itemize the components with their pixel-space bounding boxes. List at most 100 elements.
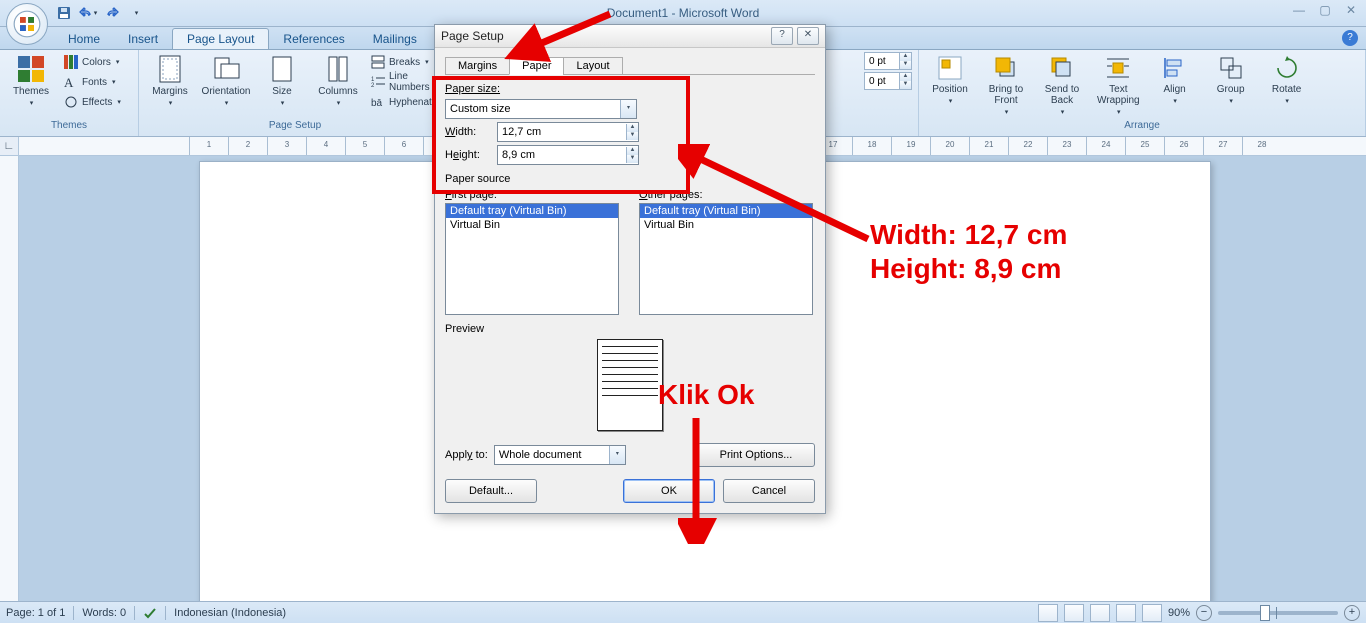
tab-references[interactable]: References: [269, 29, 358, 49]
zoom-in-button[interactable]: +: [1344, 605, 1360, 621]
ruler-vertical[interactable]: [0, 156, 19, 601]
document-title: Document1 - Microsoft Word: [607, 6, 760, 20]
height-input[interactable]: 8,9 cm▲▼: [497, 145, 639, 165]
align-button[interactable]: Align▾: [1150, 52, 1200, 107]
spin-down-icon[interactable]: ▼: [626, 132, 638, 140]
spacing-after-input[interactable]: 0 pt▲▼: [864, 72, 912, 90]
orientation-button[interactable]: Orientation▾: [201, 52, 251, 109]
undo-icon: [79, 6, 93, 20]
dialog-help-button[interactable]: ?: [771, 27, 793, 45]
group-icon: [1217, 54, 1245, 82]
list-item[interactable]: Virtual Bin: [640, 218, 812, 232]
preview-label: Preview: [445, 323, 815, 335]
view-full-screen[interactable]: [1064, 604, 1084, 622]
orientation-icon: [211, 54, 241, 84]
bring-to-front-button[interactable]: Bring to Front▾: [981, 52, 1031, 118]
height-label: Height:: [445, 149, 491, 161]
first-page-listbox[interactable]: Default tray (Virtual Bin) Virtual Bin: [445, 203, 619, 315]
view-print-layout[interactable]: [1038, 604, 1058, 622]
qat-customize[interactable]: ▾: [126, 3, 146, 23]
paper-size-combo[interactable]: Custom size▾: [445, 99, 637, 119]
default-button[interactable]: Default...: [445, 479, 537, 503]
chevron-down-icon: ▾: [135, 9, 139, 17]
preview-thumbnail: [597, 339, 663, 431]
tab-home[interactable]: Home: [54, 29, 114, 49]
svg-text:bā: bā: [371, 98, 383, 109]
spin-up-icon[interactable]: ▲: [899, 73, 911, 81]
view-outline[interactable]: [1116, 604, 1136, 622]
document-area: Page Setup ? ✕ Margins Paper Layout Pape…: [0, 156, 1366, 601]
zoom-slider[interactable]: [1218, 611, 1338, 615]
dialog-tab-margins[interactable]: Margins: [445, 57, 510, 75]
size-icon: [270, 54, 294, 84]
status-page[interactable]: Page: 1 of 1: [6, 607, 65, 619]
spin-down-icon[interactable]: ▼: [899, 61, 911, 69]
tab-insert[interactable]: Insert: [114, 29, 172, 49]
group-label-themes: Themes: [6, 120, 132, 136]
themes-button[interactable]: Themes▾: [6, 52, 56, 109]
cancel-button[interactable]: Cancel: [723, 479, 815, 503]
dialog-tab-layout[interactable]: Layout: [563, 57, 622, 75]
align-icon: [1161, 54, 1189, 82]
group-label-arrange: Arrange: [925, 120, 1359, 136]
office-logo-icon: [13, 10, 41, 38]
list-item[interactable]: Default tray (Virtual Bin): [640, 204, 812, 218]
margins-button[interactable]: Margins▾: [145, 52, 195, 109]
close-button[interactable]: ✕: [1342, 3, 1360, 17]
view-draft[interactable]: [1142, 604, 1162, 622]
tab-selector[interactable]: ∟: [0, 137, 19, 155]
other-pages-listbox[interactable]: Default tray (Virtual Bin) Virtual Bin: [639, 203, 813, 315]
size-button[interactable]: Size▾: [257, 52, 307, 109]
zoom-level[interactable]: 90%: [1168, 607, 1190, 619]
position-button[interactable]: Position▾: [925, 52, 975, 107]
dialog-tab-paper[interactable]: Paper: [509, 57, 564, 75]
rotate-button[interactable]: Rotate▾: [1262, 52, 1312, 107]
paper-source-label: Paper source: [445, 173, 815, 185]
apply-to-label: Apply to:: [445, 449, 488, 461]
effects-icon: [64, 95, 78, 109]
dialog-close-button[interactable]: ✕: [797, 27, 819, 45]
group-button[interactable]: Group▾: [1206, 52, 1256, 107]
spacing-before-input[interactable]: 0 pt▲▼: [864, 52, 912, 70]
save-button[interactable]: [54, 3, 74, 23]
spellcheck-icon[interactable]: [143, 606, 157, 620]
theme-colors-button[interactable]: Colors▾: [62, 52, 123, 72]
columns-button[interactable]: Columns▾: [313, 52, 363, 109]
redo-icon: [105, 6, 119, 20]
list-item[interactable]: Virtual Bin: [446, 218, 618, 232]
help-button[interactable]: ?: [1342, 30, 1358, 46]
tab-page-layout[interactable]: Page Layout: [172, 28, 269, 49]
office-button[interactable]: [6, 3, 48, 45]
width-input[interactable]: 12,7 cm▲▼: [497, 122, 639, 142]
position-icon: [936, 54, 964, 82]
spin-up-icon[interactable]: ▲: [899, 53, 911, 61]
theme-fonts-button[interactable]: AFonts▾: [62, 72, 123, 92]
send-to-back-button[interactable]: Send to Back▾: [1037, 52, 1087, 118]
svg-text:A: A: [64, 75, 74, 89]
spin-up-icon[interactable]: ▲: [626, 147, 638, 155]
print-options-button[interactable]: Print Options...: [697, 443, 815, 467]
page-setup-dialog: Page Setup ? ✕ Margins Paper Layout Pape…: [434, 24, 826, 514]
redo-button[interactable]: [102, 3, 122, 23]
apply-to-combo[interactable]: Whole document▾: [494, 445, 626, 465]
spin-down-icon[interactable]: ▼: [899, 81, 911, 89]
status-words[interactable]: Words: 0: [82, 607, 126, 619]
colors-icon: [64, 55, 78, 69]
tab-mailings[interactable]: Mailings: [359, 29, 431, 49]
status-language[interactable]: Indonesian (Indonesia): [174, 607, 286, 619]
group-label-page-setup: Page Setup: [145, 120, 445, 136]
maximize-button[interactable]: ▢: [1316, 3, 1334, 17]
text-wrapping-button[interactable]: Text Wrapping▾: [1093, 52, 1144, 118]
undo-button[interactable]: ▾: [78, 3, 98, 23]
view-web-layout[interactable]: [1090, 604, 1110, 622]
ok-button[interactable]: OK: [623, 479, 715, 503]
spin-down-icon[interactable]: ▼: [626, 155, 638, 163]
spin-up-icon[interactable]: ▲: [626, 124, 638, 132]
bring-front-icon: [992, 54, 1020, 82]
list-item[interactable]: Default tray (Virtual Bin): [446, 204, 618, 218]
theme-effects-button[interactable]: Effects▾: [62, 92, 123, 112]
minimize-button[interactable]: —: [1290, 3, 1308, 17]
breaks-icon: [371, 55, 385, 69]
zoom-out-button[interactable]: −: [1196, 605, 1212, 621]
rotate-icon: [1273, 54, 1301, 82]
